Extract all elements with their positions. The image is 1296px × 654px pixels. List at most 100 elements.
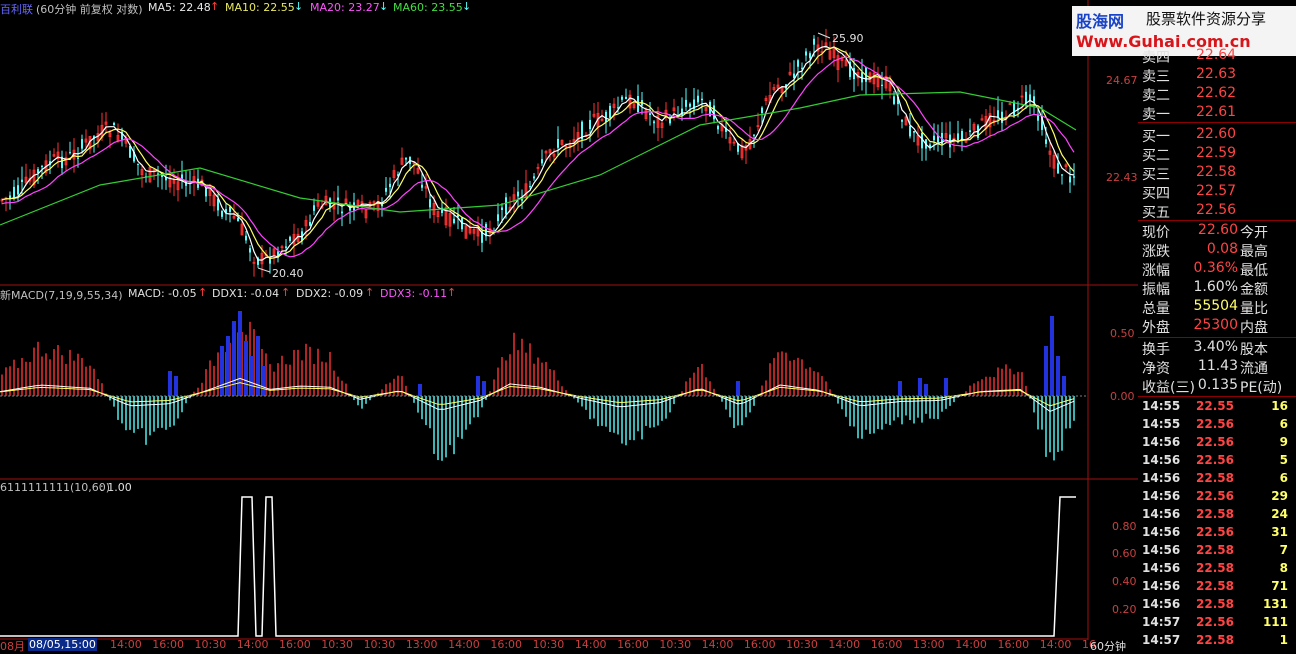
candle-body [813, 38, 815, 45]
buy-price: 22.57 [1196, 183, 1237, 199]
sell-label: 卖一 [1142, 107, 1170, 123]
tick-volume: 131 [1262, 597, 1288, 611]
time-axis-tick: 16:00 [743, 638, 776, 651]
candle-body [797, 60, 799, 67]
candle-body [541, 159, 543, 164]
ddx2-value: DDX2: -0.09 [296, 287, 364, 300]
macd-name: 新MACD(7,19,9,55,34) [0, 289, 123, 302]
quote-value: 22.60 [1197, 222, 1238, 238]
ma10-value: MA10: 22.55 [225, 1, 295, 14]
buy-row: 买三 22.58 [1138, 164, 1296, 183]
time-axis-tick: 14:00 [828, 638, 861, 651]
tick-price: 22.56 [1196, 435, 1234, 449]
ddx3-arrow: ↑ [447, 286, 457, 299]
time-axis-tick: 10:30 [786, 638, 818, 651]
price-axis-label-2: 22.43 [1106, 171, 1138, 184]
tick-row: 14:56 22.56 9 [1138, 434, 1296, 452]
ddx-bar [1050, 316, 1054, 396]
time-axis-tick: 14:00 [110, 638, 142, 651]
candle-body [313, 205, 315, 211]
candle-body [505, 197, 507, 215]
candle-body [41, 165, 43, 167]
signal-axis-label-2: 0.60 [1112, 547, 1137, 560]
candle-body [697, 95, 699, 103]
candle-body [685, 99, 687, 107]
signal-name: 6111111111(10,60) [0, 481, 111, 494]
buy-row: 买二 22.59 [1138, 145, 1296, 164]
candle-body [717, 125, 719, 130]
ddx2-arrow: ↑ [365, 286, 375, 299]
tick-row: 14:56 22.58 71 [1138, 578, 1296, 596]
buy-row: 买五 22.56 [1138, 202, 1296, 221]
quote-label: 振幅 [1142, 282, 1170, 298]
tick-price: 22.58 [1196, 633, 1234, 647]
buy-label: 买二 [1142, 148, 1170, 164]
time-axis-tick: 16:00 [997, 638, 1030, 651]
ddx-bar [250, 356, 254, 396]
tick-row: 14:56 22.58 24 [1138, 506, 1296, 524]
tick-time: 14:56 [1142, 561, 1181, 575]
tick-time: 14:57 [1142, 615, 1181, 629]
chart-title-info: (60分钟 前复权 对数) [36, 3, 143, 16]
quote-label: 涨跌 [1142, 244, 1170, 260]
sell-price: 22.61 [1196, 104, 1237, 120]
candle-body [113, 122, 115, 126]
candle-body [913, 131, 915, 133]
tick-price: 22.58 [1196, 579, 1234, 593]
ddx-bar [1044, 346, 1048, 396]
macd-value: MACD: -0.05 [128, 287, 197, 300]
tick-volume: 9 [1279, 435, 1288, 449]
sell-row: 卖三 22.63 [1138, 66, 1296, 85]
tick-row: 14:56 22.58 6 [1138, 470, 1296, 488]
tick-volume: 7 [1279, 543, 1288, 557]
chart-area[interactable] [0, 0, 1138, 648]
tick-volume: 8 [1279, 561, 1288, 575]
tick-row: 14:56 22.56 29 [1138, 488, 1296, 506]
ddx-bar [174, 376, 178, 396]
candle-body [957, 133, 959, 141]
candle-body [385, 187, 387, 192]
quote-right-label: 最低 [1240, 263, 1268, 279]
tick-volume: 24 [1271, 507, 1288, 521]
ma20-value: MA20: 23.27 [310, 1, 380, 14]
candle-body [625, 96, 627, 100]
ddx1-value: DDX1: -0.04 [212, 287, 280, 300]
quote-label: 外盘 [1142, 320, 1170, 336]
candle-body [1045, 139, 1047, 144]
tick-price: 22.56 [1196, 453, 1234, 467]
time-axis-tick: 14:00 [574, 638, 607, 651]
tick-price: 22.56 [1196, 489, 1234, 503]
tick-price: 22.58 [1196, 507, 1234, 521]
quote-right-label: 今开 [1240, 225, 1268, 241]
candle-body [17, 185, 19, 195]
candle-body [1073, 176, 1075, 178]
tick-volume: 31 [1271, 525, 1288, 539]
time-axis-tick: 10:30 [363, 638, 396, 651]
tick-row: 14:56 22.56 31 [1138, 524, 1296, 542]
candle-body [497, 214, 499, 222]
macd-axis-label-2: 0.00 [1110, 390, 1135, 403]
ddx-bar [944, 378, 948, 396]
candle-body [453, 218, 455, 224]
candle-body [1025, 91, 1027, 104]
candle-body [13, 186, 15, 198]
candle-body [341, 211, 343, 214]
stats-value: 0.135 [1197, 377, 1238, 393]
signal-value: : 1.00 [100, 481, 132, 494]
candle-body [161, 175, 163, 177]
candle-body [621, 96, 623, 100]
tick-price: 22.58 [1196, 543, 1234, 557]
time-axis-tick: 14:00 [955, 638, 987, 651]
time-axis-selected-date[interactable]: 08/05,15:00 [28, 638, 97, 651]
candle-body [1013, 101, 1015, 116]
time-axis-tick: 10:30 [321, 638, 353, 651]
sell-label: 卖四 [1142, 50, 1170, 66]
sell-row: 卖二 22.62 [1138, 85, 1296, 104]
candle-body [533, 176, 535, 179]
time-axis-tick: 16:00 [490, 638, 523, 651]
quote-value: 1.60% [1193, 279, 1238, 295]
tick-volume: 71 [1271, 579, 1288, 593]
logo-line1: 股海网 [1076, 12, 1125, 31]
candle-body [1057, 163, 1059, 174]
candle-body [809, 53, 811, 59]
